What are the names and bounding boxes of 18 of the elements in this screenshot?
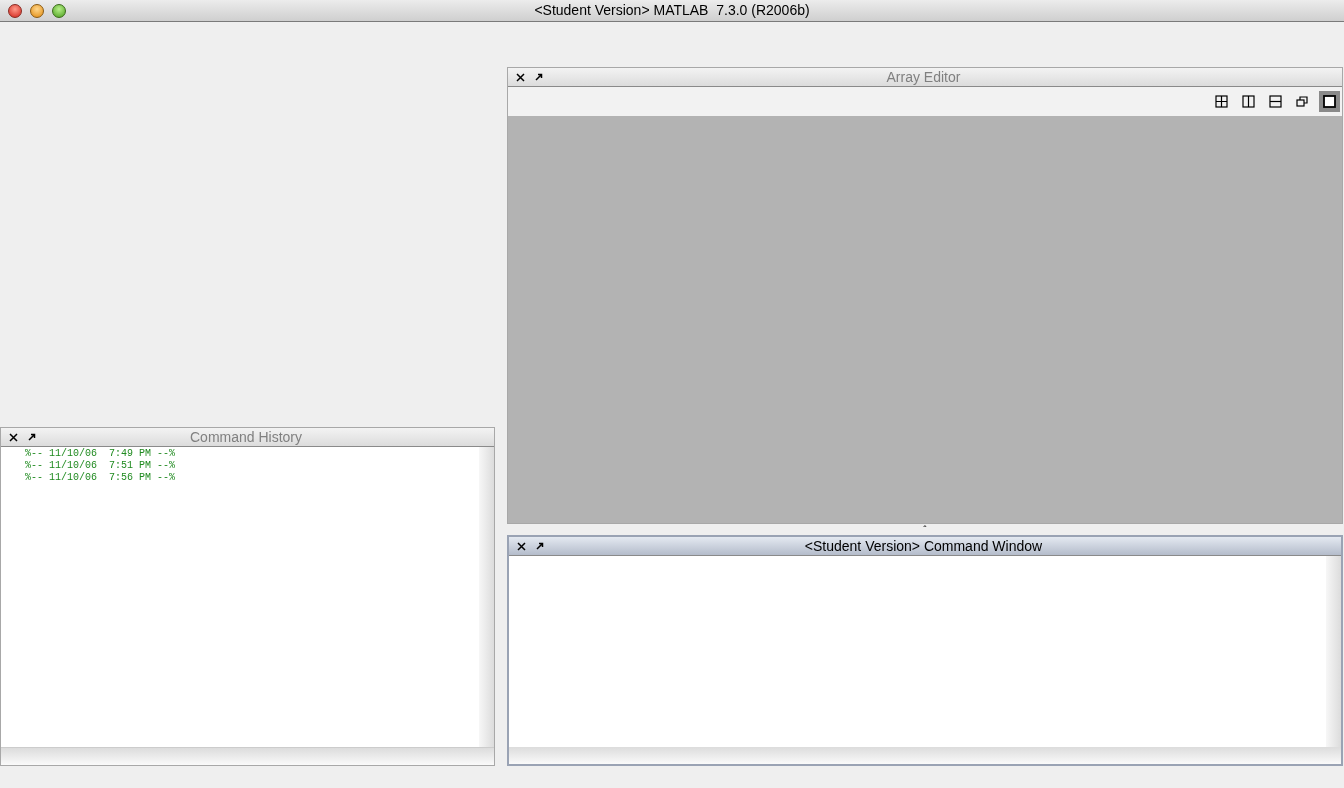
close-window-icon[interactable] bbox=[8, 3, 22, 18]
minimize-window-icon[interactable] bbox=[30, 3, 44, 18]
command-input-area[interactable] bbox=[509, 556, 1326, 747]
close-icon[interactable] bbox=[517, 541, 526, 551]
history-entry[interactable]: %-- 11/10/06 7:56 PM --% bbox=[25, 472, 479, 484]
undock-arrow-icon[interactable] bbox=[535, 73, 543, 81]
maximize-icon[interactable] bbox=[1319, 91, 1340, 112]
close-icon[interactable] bbox=[516, 72, 525, 82]
history-entry[interactable]: %-- 11/10/06 7:51 PM --% bbox=[25, 460, 479, 472]
zoom-window-icon[interactable] bbox=[52, 3, 66, 18]
window-title: <Student Version> MATLAB 7.3.0 (R2006b) bbox=[533, 1, 811, 20]
panel-title: Command History bbox=[189, 430, 303, 444]
undock-arrow-icon[interactable] bbox=[28, 433, 36, 441]
panel-title: <Student Version> Command Window bbox=[803, 539, 1044, 553]
close-icon[interactable] bbox=[9, 432, 18, 442]
undock-arrow-icon[interactable] bbox=[536, 542, 544, 550]
history-entry[interactable]: %-- 11/10/06 7:49 PM --% bbox=[25, 448, 479, 460]
panel-title: Array Editor bbox=[885, 70, 962, 84]
